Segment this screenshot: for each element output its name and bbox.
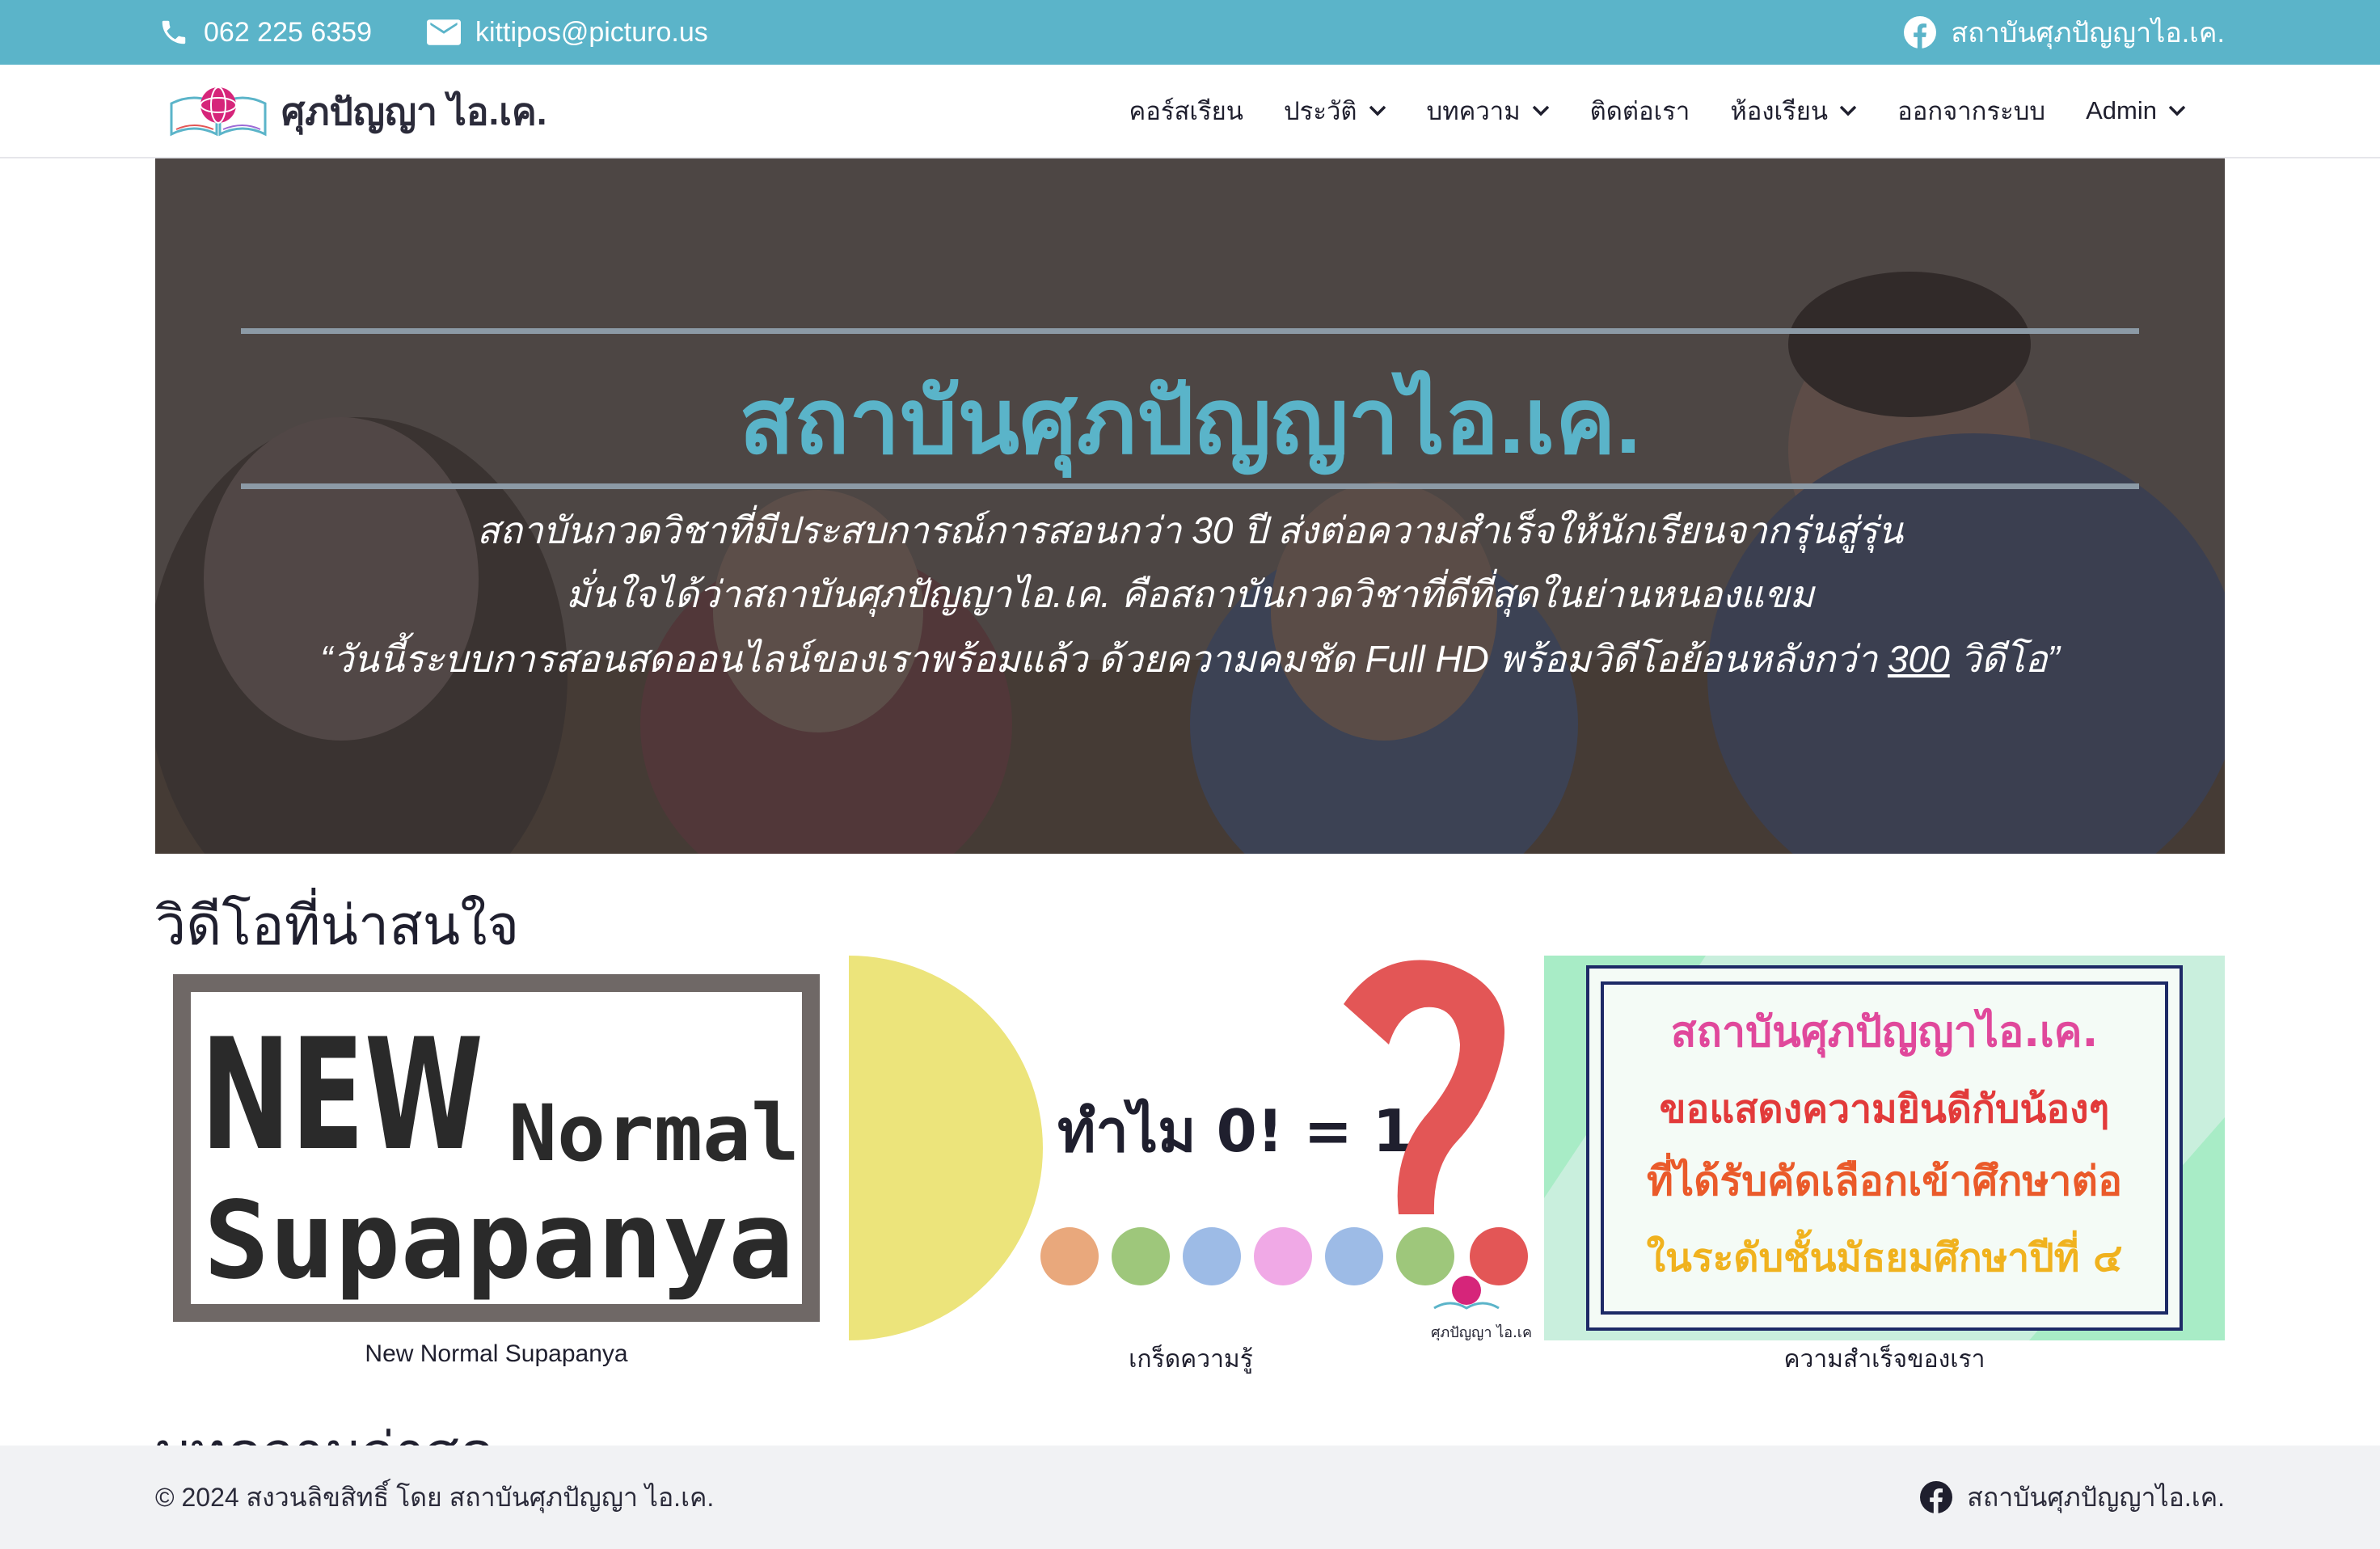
hero-subtitle-line-3: “วันนี้ระบบการสอนสดออนไลน์ของเราพร้อมแล้…: [155, 630, 2225, 689]
nav-item-contact[interactable]: ติดต่อเรา: [1590, 91, 1690, 131]
video-caption[interactable]: New Normal Supapanya: [173, 1340, 820, 1368]
main-navbar: ศุภปัญญา ไอ.เค. คอร์สเรียน ประวัติ บทควา…: [0, 65, 2380, 158]
chevron-down-icon: [1532, 105, 1549, 116]
nav-item-label: คอร์สเรียน: [1129, 97, 1243, 125]
video-thumbnail: NEW Normal Supapanya: [173, 974, 820, 1322]
phone-contact[interactable]: 062 225 6359: [158, 0, 372, 65]
chevron-down-icon: [2168, 105, 2186, 116]
video-card-trivia[interactable]: ทำไม 0! = 1 ศุภปัญญา ไอ.เค.: [849, 956, 1533, 1340]
hero-subtitle-line-1: สถาบันกวดวิชาที่มีประสบการณ์การสอนกว่า 3…: [476, 509, 1904, 551]
thumb-line-2: ขอแสดงความยินดีกับน้องๆ: [1660, 1087, 2110, 1132]
thumb-normal-text: Normal: [508, 1088, 800, 1179]
nav-item-logout[interactable]: ออกจากระบบ: [1897, 91, 2045, 131]
nav-item-label: Admin: [2086, 96, 2157, 125]
hero-video-count: 300: [1887, 638, 1950, 680]
nav-item-label: ห้องเรียน: [1730, 97, 1829, 125]
hero-bottom-rule: [241, 483, 2139, 489]
footer-facebook-name: สถาบันศุภปัญญาไอ.เค.: [1967, 1482, 2225, 1512]
thumb-line-3: ที่ได้รับคัดเลือกเข้าศึกษาต่อ: [1647, 1153, 2122, 1205]
thumb-new-text: NEW: [200, 1006, 483, 1184]
nav-item-classroom[interactable]: ห้องเรียน: [1730, 91, 1857, 131]
video-card-new-normal[interactable]: NEW Normal Supapanya: [173, 974, 820, 1322]
phone-number: 062 225 6359: [204, 16, 372, 48]
logo-text: ศุภปัญญา ไอ.เค.: [281, 90, 547, 133]
hero-banner: สถาบันศุภปัญญาไอ.เค. สถาบันกวดวิชาที่มีป…: [155, 158, 2225, 854]
video-thumbnail: สถาบันศุภปัญญาไอ.เค. ขอแสดงความยินดีกับน…: [1544, 956, 2225, 1340]
thumb-line-1: สถาบันศุภปัญญาไอ.เค.: [1671, 1007, 2099, 1058]
facebook-link[interactable]: สถาบันศุภปัญญาไอ.เค.: [1904, 0, 2225, 65]
video-thumbnail: ทำไม 0! = 1 ศุภปัญญา ไอ.เค.: [849, 956, 1533, 1340]
chevron-down-icon: [1839, 105, 1857, 116]
chevron-down-icon: [1369, 105, 1386, 116]
nav-item-admin[interactable]: Admin: [2086, 96, 2186, 125]
phone-icon: [162, 20, 186, 44]
facebook-icon: [1920, 1481, 1953, 1513]
envelope-icon: [427, 19, 461, 45]
nav-item-label: บทความ: [1426, 97, 1521, 125]
email-contact[interactable]: kittipos@picturo.us: [427, 0, 708, 65]
site-footer: © 2024 สงวนลิขสิทธิ์ โดย สถาบันศุภปัญญา …: [0, 1446, 2380, 1549]
decorative-dot: [1112, 1227, 1170, 1285]
hero-title: สถาบันศุภปัญญาไอ.เค.: [739, 371, 1641, 472]
videos-section-title: วิดีโอที่น่าสนใจ: [155, 895, 520, 956]
video-caption[interactable]: ความสำเร็จของเรา: [1544, 1340, 2225, 1378]
top-contact-bar: 062 225 6359 kittipos@picturo.us สถาบันศ…: [0, 0, 2380, 65]
nav-item-label: ติดต่อเรา: [1589, 97, 1690, 125]
hero-top-rule: [241, 328, 2139, 334]
copyright-text: © 2024 สงวนลิขสิทธิ์ โดย สถาบันศุภปัญญา …: [155, 1482, 715, 1512]
hero-subtitle-line-2: มั่นใจได้ว่าสถาบันศุภปัญญาไอ.เค. คือสถาบ…: [566, 573, 1814, 615]
thumb-logo-text: ศุภปัญญา ไอ.เค.: [1431, 1323, 1533, 1340]
hero-quote-start: “วันนี้ระบบการสอนสดออนไลน์ของเราพร้อมแล้…: [320, 638, 1888, 680]
decorative-dot: [1183, 1227, 1241, 1285]
facebook-icon: [1904, 16, 1937, 49]
hero-quote-end: วิดีโอ”: [1949, 638, 2060, 680]
thumb-line-4: ในระดับชั้นมัธยมศึกษาปีที่ ๔: [1647, 1229, 2123, 1281]
video-card-success[interactable]: สถาบันศุภปัญญาไอ.เค. ขอแสดงความยินดีกับน…: [1544, 956, 2225, 1340]
facebook-page-name: สถาบันศุภปัญญาไอ.เค.: [1951, 18, 2225, 49]
decorative-dot: [1040, 1227, 1099, 1285]
thumb-question-text: ทำไม 0! = 1: [1057, 1097, 1413, 1165]
thumb-supapanya-text: Supapanya: [204, 1179, 794, 1303]
nav-item-articles[interactable]: บทความ: [1427, 91, 1550, 131]
nav-item-label: ออกจากระบบ: [1897, 97, 2046, 125]
footer-facebook-link[interactable]: สถาบันศุภปัญญาไอ.เค.: [1920, 1446, 2225, 1549]
decorative-dot: [1325, 1227, 1383, 1285]
nav-item-label: ประวัติ: [1284, 97, 1357, 125]
site-logo[interactable]: ศุภปัญญา ไอ.เค.: [167, 79, 547, 144]
nav-item-courses[interactable]: คอร์สเรียน: [1129, 91, 1243, 131]
book-globe-logo-icon: [170, 87, 267, 137]
nav-menu: คอร์สเรียน ประวัติ บทความ ติดต่อเรา ห้อง…: [1088, 65, 2186, 157]
question-dot: [1470, 1227, 1528, 1285]
nav-item-history[interactable]: ประวัติ: [1284, 91, 1386, 131]
decorative-dot: [1396, 1227, 1454, 1285]
email-address: kittipos@picturo.us: [475, 16, 708, 48]
video-caption[interactable]: เกร็ดความรู้: [849, 1340, 1533, 1378]
decorative-dot: [1254, 1227, 1312, 1285]
